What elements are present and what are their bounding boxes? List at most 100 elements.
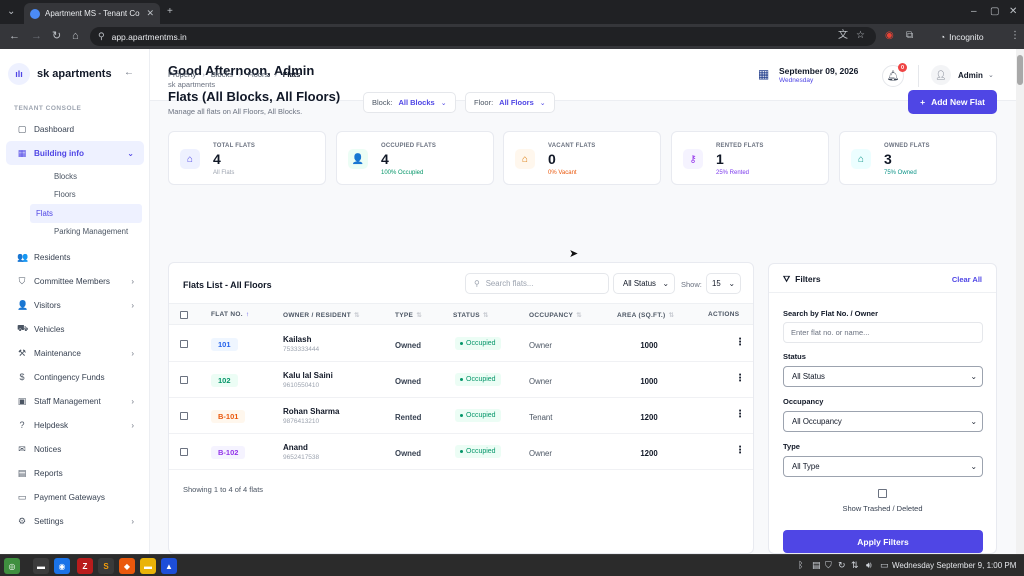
translate-icon[interactable]: 文 (838, 30, 848, 42)
sidebar-item-staff-management[interactable]: ▣ Staff Management › (6, 389, 144, 413)
close-tab-icon[interactable]: ✕ (146, 8, 154, 19)
page-scrollbar[interactable] (1016, 49, 1024, 554)
clipboard-icon[interactable]: ▤ (812, 560, 821, 571)
table-row[interactable]: B-101 Rohan Sharma 9876413210 Rented Occ… (169, 398, 753, 434)
sidebar-item-contingency-funds[interactable]: $ Contingency Funds (6, 365, 144, 389)
submenu-item-floors[interactable]: Floors (24, 186, 136, 205)
bluetooth-icon[interactable]: ᛒ (798, 560, 803, 571)
maximize-icon[interactable]: ▢ (990, 5, 999, 19)
submenu-item-parking-management[interactable]: Parking Management (24, 223, 136, 242)
submenu-item-blocks[interactable]: Blocks (24, 167, 136, 186)
row-checkbox[interactable] (180, 412, 188, 420)
apply-filters-button[interactable]: Apply Filters (783, 530, 983, 553)
sidebar-item-committee-members[interactable]: ⛉ Committee Members › (6, 269, 144, 293)
table-row[interactable]: B-102 Anand 9652417538 Owned Occupied Ow… (169, 434, 753, 470)
show-trashed-checkbox[interactable] (878, 489, 887, 498)
floor-filter-dropdown[interactable]: Floor: All Floors ⌄ (465, 92, 555, 113)
clear-all-filters-link[interactable]: Clear All (952, 275, 982, 284)
extension-icon[interactable]: ◉ (885, 30, 894, 42)
filezilla-icon[interactable]: Z (77, 558, 93, 574)
home-icon[interactable]: ⌂ (72, 30, 79, 43)
breadcrumb-floors[interactable]: Floors (247, 70, 268, 79)
vpn-icon[interactable]: ◆ (119, 558, 135, 574)
breadcrumb-blocks[interactable]: Blocks (211, 70, 233, 79)
row-actions-kebab-icon[interactable]: ⋮ (735, 338, 745, 348)
shield-tray-icon[interactable]: ⛉ (825, 560, 832, 571)
avatar[interactable]: 👤︎ (931, 65, 951, 85)
terminal-icon[interactable]: ▬ (33, 558, 49, 574)
forward-icon[interactable]: → (31, 30, 42, 43)
column-header-area[interactable]: AREA (SQ.FT.) ⇅ (617, 311, 674, 319)
sidebar-item-helpdesk[interactable]: ? Helpdesk › (6, 413, 144, 437)
site-info-icon[interactable]: ⚲ (98, 31, 105, 42)
folder-icon[interactable]: ▬ (140, 558, 156, 574)
chevron-down-icon[interactable]: ⌄ (988, 71, 994, 79)
column-header-type[interactable]: TYPE ⇅ (395, 311, 422, 319)
incognito-indicator[interactable]: ◔ Incognito (932, 27, 996, 46)
flat-number-badge[interactable]: 101 (211, 338, 238, 351)
row-checkbox[interactable] (180, 448, 188, 456)
filter-status-select[interactable]: All Status ⌄ (783, 366, 983, 387)
filter-search-input[interactable]: Enter flat no. or name... (783, 322, 983, 343)
update-icon[interactable]: ↻ (838, 560, 846, 571)
chevron-right-icon: › (131, 396, 134, 406)
breadcrumb-property[interactable]: Property (168, 70, 196, 79)
extensions-puzzle-icon[interactable]: ⧉ (906, 30, 913, 42)
sidebar-item-maintenance[interactable]: ⚒ Maintenance › (6, 341, 144, 365)
app-launcher-icon[interactable]: ▲ (161, 558, 177, 574)
browser-menu-icon[interactable]: ⋮ (1010, 30, 1020, 42)
close-window-icon[interactable]: ✕ (1009, 5, 1017, 19)
sidebar-item-building-info[interactable]: ▦ Building info ⌄ (6, 141, 144, 165)
browser-tab[interactable]: Apartment MS - Tenant Co ✕ (24, 3, 160, 24)
flat-number-badge[interactable]: B-101 (211, 410, 246, 423)
flat-number-badge[interactable]: B-102 (211, 446, 246, 459)
column-header-owner[interactable]: OWNER / RESIDENT ⇅ (283, 311, 360, 319)
url-bar[interactable]: ⚲ app.apartmentms.in (90, 27, 876, 46)
battery-icon[interactable]: ▭ (880, 560, 889, 571)
table-row[interactable]: 101 Kailash 7533333444 Owned Occupied Ow… (169, 326, 753, 362)
row-actions-kebab-icon[interactable]: ⋮ (735, 374, 745, 384)
column-header-flat-no[interactable]: FLAT NO. ↑ (211, 311, 249, 318)
scrollbar-thumb[interactable] (1017, 55, 1023, 85)
sidebar-item-residents[interactable]: 👥 Residents (6, 245, 144, 269)
flat-number-badge[interactable]: 102 (211, 374, 238, 387)
row-checkbox[interactable] (180, 376, 188, 384)
taskbar-clock[interactable]: Wednesday September 9, 1:00 PM (892, 561, 1016, 570)
user-name[interactable]: Admin (958, 71, 983, 80)
status-filter-select[interactable]: All Status ⌄ (613, 273, 675, 294)
column-header-occupancy[interactable]: OCCUPANCY ⇅ (529, 311, 582, 319)
sidebar-item-payment-gateways[interactable]: ▭ Payment Gateways (6, 485, 144, 509)
add-new-flat-button[interactable]: + Add New Flat (908, 90, 997, 114)
column-header-status[interactable]: STATUS ⇅ (453, 311, 489, 319)
row-actions-kebab-icon[interactable]: ⋮ (735, 410, 745, 420)
collapse-sidebar-icon[interactable]: ← (124, 67, 134, 78)
minimize-icon[interactable]: – (971, 5, 977, 19)
select-all-checkbox[interactable] (180, 311, 188, 319)
start-menu-icon[interactable]: ◎ (4, 558, 20, 574)
sidebar-item-vehicles[interactable]: ⛟ Vehicles (6, 317, 144, 341)
network-icon[interactable]: ⇅ (851, 560, 859, 571)
reload-icon[interactable]: ↻ (52, 30, 61, 43)
search-flats-input[interactable]: ⚲ Search flats... (465, 273, 609, 294)
filter-occupancy-select[interactable]: All Occupancy ⌄ (783, 411, 983, 432)
submenu-item-flats[interactable]: Flats (30, 204, 142, 223)
sidebar-item-notices[interactable]: ✉ Notices (6, 437, 144, 461)
block-filter-dropdown[interactable]: Block: All Blocks ⌄ (363, 92, 456, 113)
sidebar-item-reports[interactable]: ▤ Reports (6, 461, 144, 485)
new-tab-icon[interactable]: + (167, 5, 173, 19)
sublime-text-icon[interactable]: S (98, 558, 114, 574)
row-actions-kebab-icon[interactable]: ⋮ (735, 446, 745, 456)
bookmark-star-icon[interactable]: ☆ (856, 30, 865, 42)
row-checkbox[interactable] (180, 340, 188, 348)
chrome-icon[interactable]: ◉ (54, 558, 70, 574)
sidebar-item-visitors[interactable]: 👤 Visitors › (6, 293, 144, 317)
sidebar-item-settings[interactable]: ⚙ Settings › (6, 509, 144, 533)
sidebar-item-dashboard[interactable]: ▢ Dashboard (6, 117, 144, 141)
back-icon[interactable]: ← (9, 30, 20, 43)
table-row[interactable]: 102 Kalu lal Saini 9610550410 Owned Occu… (169, 362, 753, 398)
filter-type-select[interactable]: All Type ⌄ (783, 456, 983, 477)
tab-search-icon[interactable]: ⌄ (7, 5, 15, 19)
volume-icon[interactable]: 🔊︎ (866, 560, 872, 571)
page-size-select[interactable]: 15 ⌄ (706, 273, 741, 294)
brand[interactable]: ılı sk apartments (8, 63, 112, 85)
